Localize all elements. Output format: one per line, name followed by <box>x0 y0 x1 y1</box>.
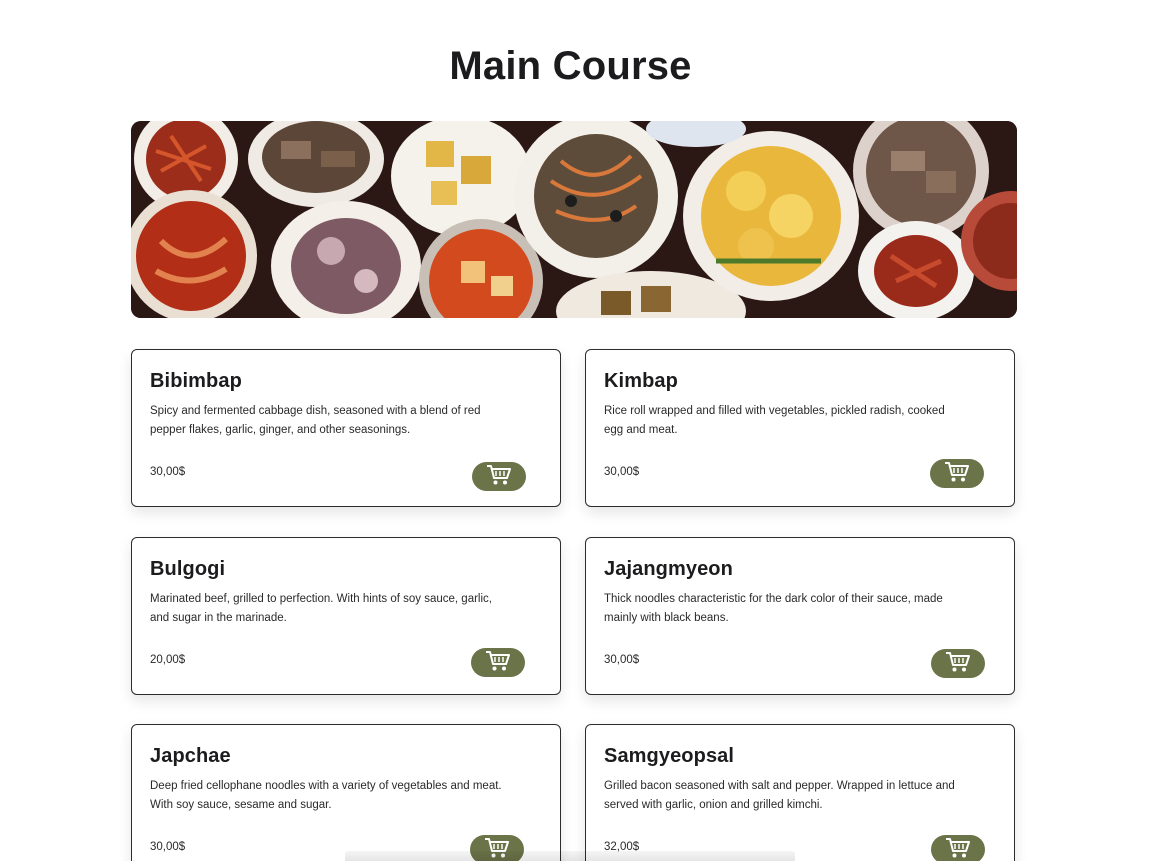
dish-name: Kimbap <box>604 370 678 392</box>
dish-name: Jajangmyeon <box>604 558 733 580</box>
add-to-cart-button[interactable] <box>472 462 526 491</box>
bottom-overlay-edge <box>345 851 795 861</box>
dish-description: Deep fried cellophane noodles with a var… <box>150 780 502 811</box>
add-to-cart-button[interactable] <box>931 835 985 861</box>
shopping-cart-icon <box>945 651 971 676</box>
add-to-cart-button[interactable] <box>471 648 525 677</box>
dish-name: Bibimbap <box>150 370 242 392</box>
dish-name: Bulgogi <box>150 558 226 580</box>
shopping-cart-icon <box>485 650 511 675</box>
add-to-cart-button[interactable] <box>930 459 984 488</box>
page: Main Course Bibimbap Spicy and fermented… <box>0 0 1151 861</box>
dish-price: 30,00$ <box>604 466 640 478</box>
dish-description: Spicy and fermented cabbage dish, season… <box>150 405 481 436</box>
dish-description: Grilled bacon seasoned with salt and pep… <box>604 780 955 811</box>
dish-name: Japchae <box>150 745 231 767</box>
hero-food-image <box>131 121 1017 318</box>
dish-description: Marinated beef, grilled to perfection. W… <box>150 593 492 624</box>
dish-price: 20,00$ <box>150 654 186 666</box>
menu-card-kimbap: Kimbap Rice roll wrapped and filled with… <box>585 349 1015 507</box>
shopping-cart-icon <box>944 461 970 486</box>
add-to-cart-button[interactable] <box>931 649 985 678</box>
menu-card-samgyeopsal: Samgyeopsal Grilled bacon seasoned with … <box>585 724 1015 861</box>
shopping-cart-icon <box>945 837 971 861</box>
menu-card-jajangmyeon: Jajangmyeon Thick noodles characteristic… <box>585 537 1015 695</box>
dish-price: 30,00$ <box>150 466 186 478</box>
menu-card-bibimbap: Bibimbap Spicy and fermented cabbage dis… <box>131 349 561 507</box>
dish-description: Rice roll wrapped and filled with vegeta… <box>604 405 945 436</box>
dish-price: 30,00$ <box>150 841 186 853</box>
dish-description: Thick noodles characteristic for the dar… <box>604 593 943 624</box>
dish-name: Samgyeopsal <box>604 745 735 767</box>
menu-card-bulgogi: Bulgogi Marinated beef, grilled to perfe… <box>131 537 561 695</box>
menu-card-japchae: Japchae Deep fried cellophane noodles wi… <box>131 724 561 861</box>
page-title: Main Course <box>449 44 692 88</box>
shopping-cart-icon <box>486 464 512 489</box>
dish-price: 30,00$ <box>604 654 640 666</box>
